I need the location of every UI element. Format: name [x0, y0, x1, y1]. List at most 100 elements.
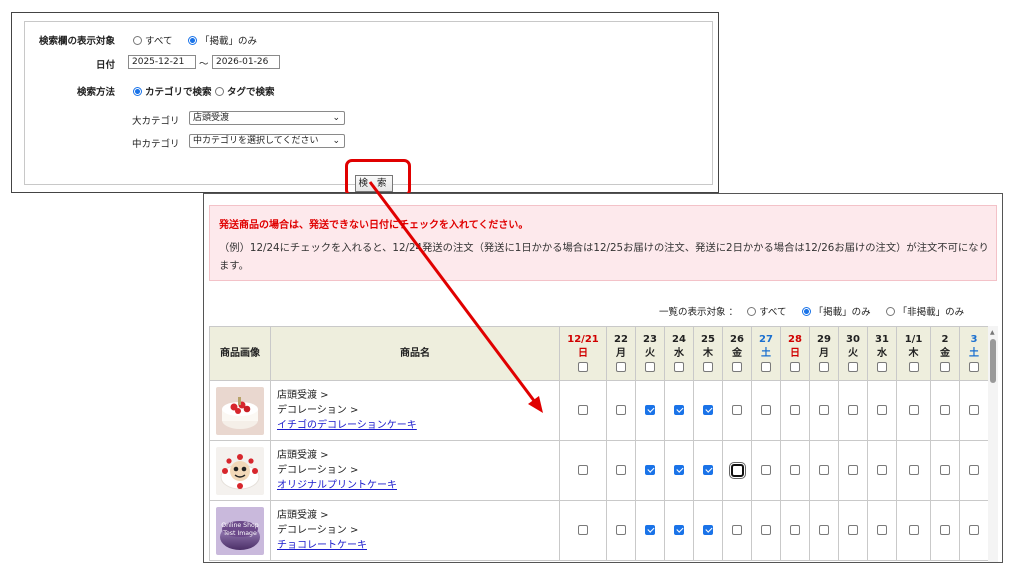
date-checkbox[interactable] [848, 465, 858, 475]
product-name-link[interactable]: チョコレートケーキ [277, 540, 367, 551]
date-checkbox[interactable] [761, 465, 771, 475]
product-name-link[interactable]: オリジナルプリントケーキ [277, 480, 397, 491]
date-checkbox[interactable] [819, 465, 829, 475]
date-cell [838, 500, 868, 561]
date-checkbox[interactable] [730, 464, 744, 477]
date-checkbox-checked[interactable] [674, 405, 684, 415]
display-listed-radio[interactable]: 「掲載」のみ [188, 33, 257, 47]
date-checkbox[interactable] [877, 465, 887, 475]
date-cell [930, 440, 960, 501]
date-checkbox[interactable] [969, 525, 979, 535]
date-checkbox-checked[interactable] [674, 525, 684, 535]
product-image-cell [209, 440, 271, 501]
date-cell [780, 440, 810, 501]
date-checkbox-checked[interactable] [645, 405, 655, 415]
date-checkbox[interactable] [969, 405, 979, 415]
vertical-scrollbar[interactable]: ▲ [988, 326, 998, 562]
list-listed-radio[interactable]: 「掲載」のみ [801, 307, 871, 318]
date-checkbox[interactable] [616, 405, 626, 415]
product-row: 店頭受渡 > デコレーション > イチゴのデコレーションケーキ [209, 380, 989, 441]
list-all-radio[interactable]: すべて [747, 307, 787, 318]
date-checkbox-checked[interactable] [703, 525, 713, 535]
category-path-2: デコレーション > [277, 465, 359, 476]
date-column-header: 22 月 [606, 326, 636, 381]
date-checkbox[interactable] [578, 405, 588, 415]
date-cell [896, 440, 931, 501]
date-column-checkbox[interactable] [908, 362, 919, 372]
date-checkbox-checked[interactable] [674, 465, 684, 475]
display-listed-label: 「掲載」のみ [200, 36, 258, 47]
date-checkbox[interactable] [877, 405, 887, 415]
date-column-checkbox[interactable] [732, 362, 742, 372]
date-cell [606, 380, 636, 441]
date-day: 1/1 [904, 333, 923, 345]
date-column-checkbox[interactable] [761, 362, 771, 372]
date-checkbox[interactable] [732, 405, 742, 415]
date-checkbox[interactable] [969, 465, 979, 475]
date-checkbox[interactable] [819, 525, 829, 535]
date-checkbox[interactable] [790, 525, 800, 535]
date-checkbox[interactable] [940, 525, 950, 535]
date-checkbox-checked[interactable] [703, 405, 713, 415]
display-all-radio[interactable]: すべて [133, 33, 172, 47]
list-all-label: すべて [759, 307, 787, 318]
date-column-checkbox[interactable] [703, 362, 713, 372]
date-checkbox[interactable] [616, 525, 626, 535]
method-tag-label: タグで検索 [227, 87, 275, 98]
display-target-label: 検索欄の表示対象 [38, 36, 115, 47]
date-cell [780, 500, 810, 561]
date-cell [751, 500, 781, 561]
date-checkbox[interactable] [848, 405, 858, 415]
date-column-checkbox[interactable] [674, 362, 684, 372]
date-column-checkbox[interactable] [940, 362, 950, 372]
date-checkbox[interactable] [732, 525, 742, 535]
radio-icon [885, 307, 895, 316]
date-column-checkbox[interactable] [578, 362, 588, 372]
method-tag-radio[interactable]: タグで検索 [215, 84, 275, 98]
date-weekday: 金 [732, 347, 742, 359]
date-column-checkbox[interactable] [877, 362, 887, 372]
date-weekday: 土 [969, 347, 979, 359]
date-checkbox[interactable] [790, 465, 800, 475]
date-checkbox[interactable] [616, 465, 626, 475]
date-checkbox[interactable] [790, 405, 800, 415]
major-category-select[interactable]: 店頭受渡 ⌄ [189, 111, 345, 125]
date-checkbox[interactable] [761, 525, 771, 535]
date-checkbox-checked[interactable] [645, 465, 655, 475]
date-checkbox[interactable] [761, 405, 771, 415]
date-column-checkbox[interactable] [645, 362, 655, 372]
category-path-2: デコレーション > [277, 405, 359, 416]
date-checkbox[interactable] [877, 525, 887, 535]
date-checkbox[interactable] [940, 405, 950, 415]
middle-category-select[interactable]: 中カテゴリを選択してください ⌄ [189, 134, 345, 148]
date-cell [559, 500, 607, 561]
column-header-image: 商品画像 [209, 326, 271, 381]
date-checkbox-checked[interactable] [645, 525, 655, 535]
list-unlisted-radio[interactable]: 「非掲載」のみ [885, 307, 964, 318]
date-checkbox[interactable] [940, 465, 950, 475]
date-checkbox[interactable] [908, 405, 919, 415]
date-column-checkbox[interactable] [616, 362, 626, 372]
date-checkbox[interactable] [908, 525, 919, 535]
date-checkbox[interactable] [578, 465, 588, 475]
date-column-checkbox[interactable] [790, 362, 800, 372]
date-weekday: 土 [761, 347, 771, 359]
date-checkbox[interactable] [848, 525, 858, 535]
product-name-link[interactable]: イチゴのデコレーションケーキ [277, 420, 417, 431]
middle-category-label: 中カテゴリ [132, 139, 180, 150]
date-checkbox[interactable] [578, 525, 588, 535]
method-category-radio[interactable]: カテゴリで検索 [133, 84, 212, 98]
date-checkbox[interactable] [819, 405, 829, 415]
date-day: 12/21 [567, 333, 599, 345]
scroll-up-icon[interactable]: ▲ [990, 329, 995, 336]
date-checkbox[interactable] [908, 465, 919, 475]
date-from-input[interactable]: 2025-12-21 [128, 55, 196, 69]
date-to-input[interactable]: 2026-01-26 [212, 55, 280, 69]
scrollbar-thumb[interactable] [990, 339, 996, 383]
date-column-checkbox[interactable] [819, 362, 829, 372]
date-weekday: 日 [578, 347, 588, 359]
date-column-checkbox[interactable] [848, 362, 858, 372]
date-checkbox-checked[interactable] [703, 465, 713, 475]
date-cell [559, 380, 607, 441]
date-column-checkbox[interactable] [969, 362, 979, 372]
